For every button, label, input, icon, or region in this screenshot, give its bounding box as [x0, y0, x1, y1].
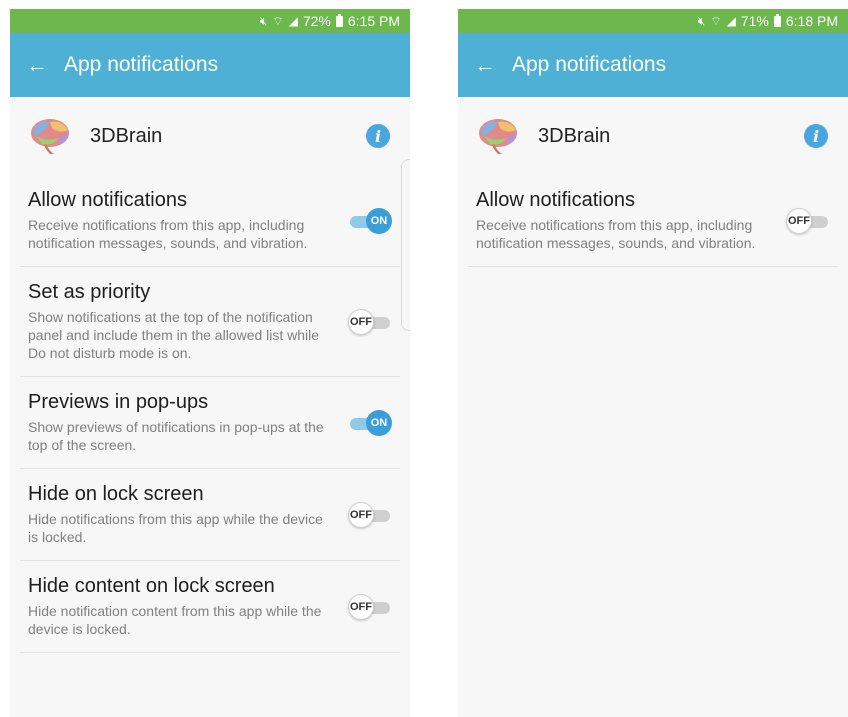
scroll-edge — [401, 159, 410, 331]
info-icon[interactable]: i — [366, 124, 390, 148]
allow-notifications-toggle[interactable]: ON — [348, 207, 392, 234]
info-icon[interactable]: i — [804, 124, 828, 148]
setting-title: Allow notifications — [476, 189, 635, 211]
setting-description: Show notifications at the top of the not… — [28, 309, 320, 361]
status-bar: 🔇︎ ⌔ ◢ 71% 6:18 PM — [458, 9, 848, 33]
back-arrow-icon[interactable]: ← — [474, 54, 502, 76]
setting-description: Show previews of notifications in pop-up… — [28, 419, 324, 453]
setting-title: Hide on lock screen — [28, 483, 204, 505]
setting-previews-in-popups[interactable]: Previews in pop-ups Show previews of not… — [20, 377, 400, 469]
setting-allow-notifications[interactable]: Allow notifications Receive notification… — [20, 175, 400, 267]
setting-set-as-priority[interactable]: Set as priority Show notifications at th… — [20, 267, 400, 377]
toggle-knob: OFF — [348, 501, 374, 528]
mute-icon: 🔇︎ — [697, 13, 706, 28]
signal-icon: ◢ — [726, 14, 736, 28]
app-bar: ← App notifications — [458, 33, 848, 97]
back-arrow-icon[interactable]: ← — [26, 54, 54, 76]
left-screen: 🔇︎ ⌔ ◢ 72% 6:15 PM ← App notifications 3… — [10, 9, 410, 717]
wifi-icon: ⌔ — [710, 13, 722, 28]
setting-description: Hide notifications from this app while t… — [28, 511, 323, 545]
app-name: 3DBrain — [90, 124, 163, 147]
setting-allow-notifications[interactable]: Allow notifications Receive notification… — [468, 175, 838, 267]
setting-hide-content-on-lock-screen[interactable]: Hide content on lock screen Hide notific… — [20, 561, 400, 653]
toggle-knob: ON — [366, 207, 392, 234]
toggle-knob: ON — [366, 409, 392, 436]
previews-in-popups-toggle[interactable]: ON — [348, 409, 392, 436]
app-header: 3DBrain i — [10, 97, 410, 175]
brain-logo-icon — [31, 119, 69, 154]
hide-content-on-lock-screen-toggle[interactable]: OFF — [348, 593, 392, 620]
setting-title: Previews in pop-ups — [28, 391, 209, 413]
app-bar: ← App notifications — [10, 33, 410, 97]
right-screen: 🔇︎ ⌔ ◢ 71% 6:18 PM ← App notifications 3… — [458, 9, 848, 717]
battery-percent: 71% — [740, 13, 769, 29]
toggle-knob: OFF — [348, 308, 374, 335]
wifi-icon: ⌔ — [272, 13, 284, 28]
status-time: 6:18 PM — [785, 13, 838, 29]
brain-logo-icon — [479, 119, 517, 154]
setting-title: Set as priority — [28, 281, 151, 303]
allow-notifications-toggle[interactable]: OFF — [786, 207, 830, 234]
page-title: App notifications — [512, 53, 667, 76]
battery-icon — [773, 13, 781, 27]
setting-description: Receive notifications from this app, inc… — [476, 217, 756, 251]
set-as-priority-toggle[interactable]: OFF — [348, 308, 392, 335]
battery-percent: 72% — [302, 13, 331, 29]
signal-icon: ◢ — [288, 14, 298, 28]
app-name: 3DBrain — [538, 124, 611, 147]
toggle-knob: OFF — [348, 593, 374, 620]
battery-icon — [335, 13, 343, 27]
setting-title: Hide content on lock screen — [28, 575, 275, 597]
setting-description: Hide notification content from this app … — [28, 603, 322, 637]
page-title: App notifications — [64, 53, 219, 76]
app-header: 3DBrain i — [458, 97, 848, 175]
toggle-knob: OFF — [786, 207, 812, 234]
mute-icon: 🔇︎ — [259, 13, 268, 28]
status-bar: 🔇︎ ⌔ ◢ 72% 6:15 PM — [10, 9, 410, 33]
setting-hide-on-lock-screen[interactable]: Hide on lock screen Hide notifications f… — [20, 469, 400, 561]
hide-on-lock-screen-toggle[interactable]: OFF — [348, 501, 392, 528]
setting-title: Allow notifications — [28, 189, 187, 211]
setting-description: Receive notifications from this app, inc… — [28, 217, 308, 251]
status-time: 6:15 PM — [347, 13, 400, 29]
